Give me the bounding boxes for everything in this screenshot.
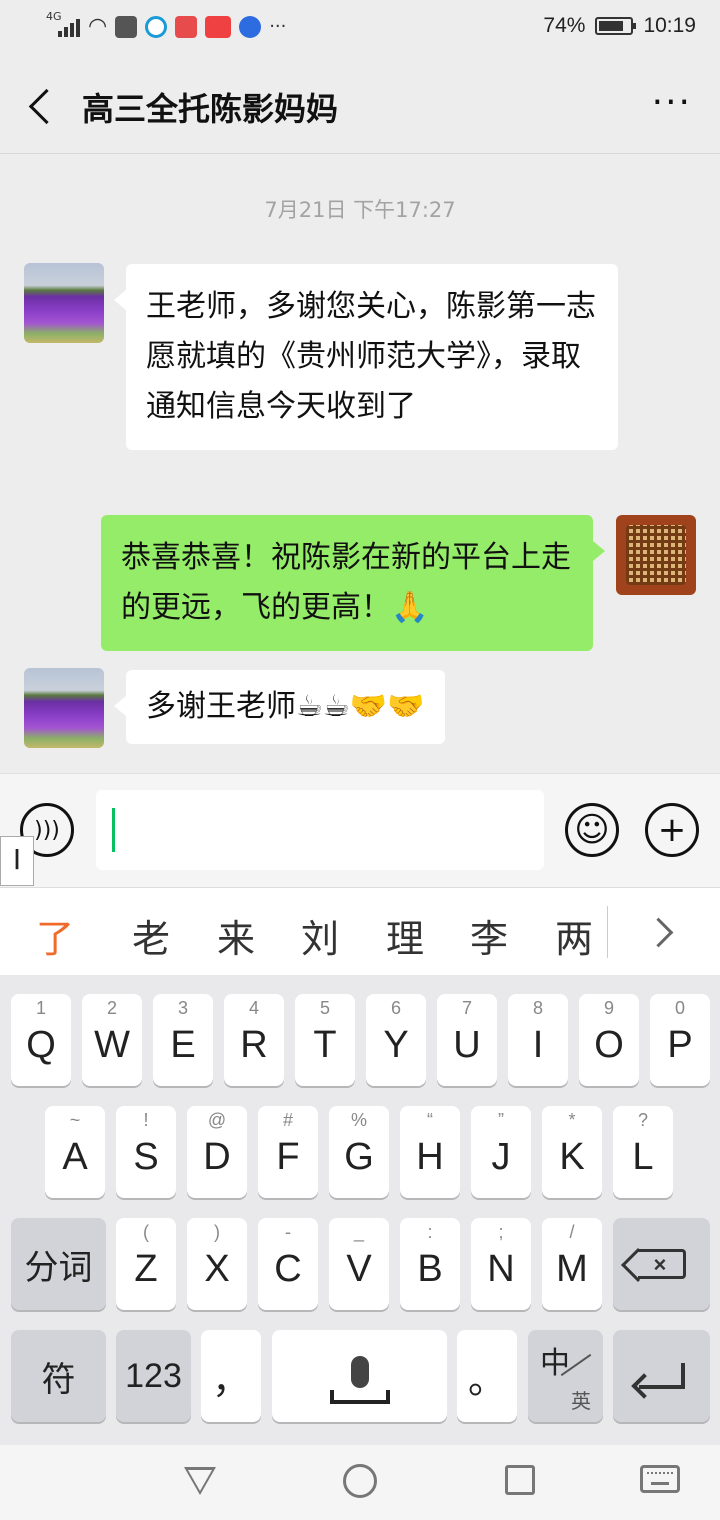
candidate-item[interactable]: 刘 — [301, 908, 339, 963]
toutiao-icon — [205, 15, 232, 38]
status-bar: 4G ◠ ··· 74% 10:19 — [0, 0, 720, 58]
key-b[interactable]: :B — [400, 1218, 460, 1310]
backspace-icon: × — [637, 1249, 686, 1279]
candidate-item[interactable]: 理 — [386, 908, 424, 963]
key-y[interactable]: 6Y — [366, 994, 426, 1086]
message-bubble-incoming[interactable]: 多谢王老师☕☕🤝🤝 — [114, 670, 445, 744]
wifi-icon: ◠ — [88, 14, 108, 39]
backspace-key[interactable]: × — [613, 1218, 710, 1310]
keyboard: 1Q 2W 3E 4R 5T 6Y 7U 8I 9O 0P ~ A ! S @ D #… — [0, 975, 720, 1445]
lang-en-label: 英 — [571, 1389, 591, 1413]
signal-icon — [48, 15, 80, 39]
space-key[interactable] — [272, 1330, 447, 1422]
key-w[interactable]: 2W — [82, 994, 142, 1086]
contact-avatar[interactable] — [24, 668, 104, 748]
chat-header: 高三全托陈影妈妈 ··· — [0, 58, 720, 154]
battery-percent: 74% — [543, 14, 586, 37]
candidate-item[interactable]: 两 — [555, 908, 593, 963]
key-r[interactable]: 4R — [224, 994, 284, 1086]
my-avatar[interactable] — [616, 515, 696, 595]
key-d[interactable]: @ D — [187, 1106, 247, 1198]
period-key[interactable]: 。 — [457, 1330, 517, 1422]
key-x[interactable]: ) X — [187, 1218, 247, 1310]
key-q[interactable]: 1Q — [11, 994, 71, 1086]
voice-app-icon — [115, 15, 138, 38]
contact-avatar[interactable] — [24, 263, 104, 343]
key-v[interactable]: _ V — [329, 1218, 389, 1310]
segment-key[interactable]: 分词 — [11, 1218, 106, 1310]
message-timestamp: 7月21日 下午17:27 — [264, 198, 456, 222]
nav-home-icon[interactable] — [343, 1464, 377, 1498]
symbol-key[interactable]: 符 — [11, 1330, 106, 1422]
message-input[interactable] — [96, 790, 544, 870]
key-f[interactable]: # F — [258, 1106, 318, 1198]
key-s[interactable]: ! S — [116, 1106, 176, 1198]
key-u[interactable]: 7U — [437, 994, 497, 1086]
candidate-item[interactable]: 来 — [217, 908, 255, 963]
comma-key[interactable]: ， — [201, 1330, 261, 1422]
baidu-paw-icon — [239, 15, 262, 38]
cursor-handle[interactable]: I — [0, 836, 34, 886]
key-j[interactable]: ” J — [471, 1106, 531, 1198]
message-bubble-outgoing[interactable]: 恭喜恭喜！祝陈影在新的平台上走的更远，飞的更高！🙏 — [101, 515, 605, 651]
key-l[interactable]: ? L — [613, 1106, 673, 1198]
nav-recents-icon[interactable] — [505, 1465, 535, 1495]
more-status-icon: ··· — [269, 16, 287, 37]
clock: 10:19 — [643, 14, 696, 37]
message-bubble-incoming[interactable]: 王老师，多谢您关心，陈影第一志愿就填的《贵州师范大学》，录取通知信息今天收到了 — [114, 264, 618, 450]
candidate-item[interactable]: 老 — [132, 908, 170, 963]
battery-icon — [595, 17, 637, 35]
key-m[interactable]: / M — [542, 1218, 602, 1310]
candidate-item[interactable]: 了 — [36, 908, 74, 963]
expand-candidates-icon[interactable] — [646, 914, 678, 950]
text-caret — [112, 808, 115, 852]
candidate-divider — [607, 906, 608, 958]
key-n[interactable]: ; N — [471, 1218, 531, 1310]
candidate-bar: 了 老 来 刘 理 李 两 — [0, 887, 720, 975]
key-o[interactable]: 9O — [579, 994, 639, 1086]
candidate-item[interactable]: 李 — [470, 908, 508, 963]
more-functions-button[interactable]: + — [645, 803, 699, 857]
circle-app-icon — [145, 15, 168, 38]
back-button[interactable] — [22, 84, 62, 128]
language-switch-key[interactable]: 中 英 — [528, 1330, 603, 1422]
more-options-button[interactable]: ··· — [652, 85, 692, 121]
voice-icon: ))) — [34, 817, 60, 843]
key-t[interactable]: 5T — [295, 994, 355, 1086]
enter-icon — [638, 1363, 685, 1389]
nav-back-icon[interactable] — [184, 1467, 216, 1495]
emoji-button[interactable]: ☺ — [565, 803, 619, 857]
key-a[interactable]: ~ A — [45, 1106, 105, 1198]
input-bar: ))) ☺ + — [0, 773, 720, 887]
numeric-key[interactable]: 123 — [116, 1330, 191, 1422]
key-p[interactable]: 0P — [650, 994, 710, 1086]
key-k[interactable]: * K — [542, 1106, 602, 1198]
key-i[interactable]: 8I — [508, 994, 568, 1086]
keyboard-toggle-icon[interactable] — [640, 1465, 680, 1493]
key-g[interactable]: % G — [329, 1106, 389, 1198]
key-c[interactable]: -C — [258, 1218, 318, 1310]
key-z[interactable]: (Z — [116, 1218, 176, 1310]
lang-zh-label: 中 — [540, 1346, 570, 1381]
heart-app-icon — [175, 15, 198, 38]
key-h[interactable]: “H — [400, 1106, 460, 1198]
enter-key[interactable] — [613, 1330, 710, 1422]
space-bar-icon — [329, 1390, 390, 1404]
smile-icon: ☺ — [574, 810, 610, 850]
microphone-icon — [350, 1356, 369, 1388]
system-nav-bar — [0, 1445, 720, 1520]
key-e[interactable]: 3E — [153, 994, 213, 1086]
plus-icon: + — [657, 810, 687, 850]
chat-title: 高三全托陈影妈妈 — [82, 90, 339, 128]
